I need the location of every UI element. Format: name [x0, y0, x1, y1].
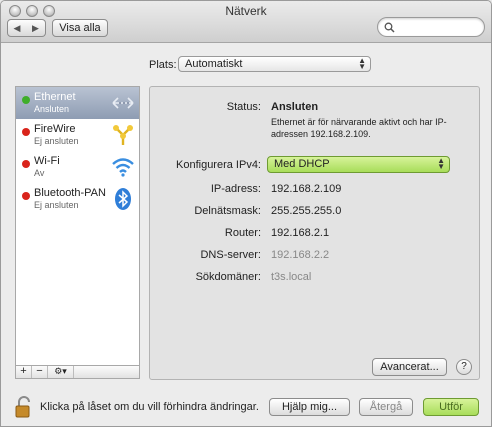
status-label: Status:	[226, 101, 261, 113]
status-dot-icon	[22, 128, 30, 136]
search-domains-label: Sökdomäner:	[195, 271, 261, 283]
chevron-left-icon: ◀	[13, 22, 21, 33]
gear-menu-button[interactable]: ⚙▾	[48, 366, 74, 378]
subnet-mask-label: Delnätsmask:	[194, 205, 261, 217]
show-all-button[interactable]: Visa alla	[52, 19, 108, 37]
subnet-mask-value: 255.255.255.0	[271, 205, 342, 217]
service-name: Bluetooth-PAN	[34, 187, 106, 199]
service-name: Wi-Fi	[34, 155, 60, 167]
lock-message: Klicka på låset om du vill förhindra änd…	[40, 401, 259, 413]
apply-button[interactable]: Utför	[423, 398, 479, 416]
advanced-button[interactable]: Avancerat...	[372, 358, 447, 376]
status-dot-icon	[22, 96, 30, 104]
status-dot-icon	[22, 160, 30, 168]
network-preferences-window: Nätverk ◀ ▶ Visa alla Plats: Automatiskt…	[0, 0, 492, 427]
location-row: Plats: Automatiskt ▲ ▼	[1, 56, 491, 74]
service-item-bluetooth-pan[interactable]: Bluetooth-PAN Ej ansluten	[16, 183, 139, 215]
search-domains-value: t3s.local	[271, 271, 312, 283]
service-status: Ansluten	[34, 104, 70, 114]
updown-arrows-icon: ▲ ▼	[437, 156, 445, 171]
assist-me-button[interactable]: Hjälp mig...	[269, 398, 350, 416]
router-value: 192.168.2.1	[271, 227, 330, 239]
location-popup[interactable]: Automatiskt ▲ ▼	[178, 56, 371, 72]
service-item-wifi[interactable]: Wi-Fi Av	[16, 151, 139, 183]
service-list[interactable]: Ethernet Ansluten FireWire Ej ansluten W…	[15, 86, 140, 379]
configure-ipv4-value: Med DHCP	[274, 158, 330, 170]
service-status: Av	[34, 168, 45, 178]
configure-ipv4-popup[interactable]: Med DHCP ▲ ▼	[267, 156, 450, 173]
help-button[interactable]: ?	[456, 359, 472, 375]
forward-button[interactable]: ▶	[26, 19, 46, 37]
title-bar: Nätverk ◀ ▶ Visa alla	[1, 1, 491, 43]
dns-server-value: 192.168.2.2	[271, 249, 330, 261]
remove-service-button[interactable]: −	[32, 366, 48, 378]
dns-server-label: DNS-server:	[200, 249, 261, 261]
service-status: Ej ansluten	[34, 136, 79, 146]
updown-arrows-icon: ▲ ▼	[358, 56, 366, 71]
wifi-icon	[112, 158, 134, 177]
ethernet-icon	[112, 97, 134, 109]
service-status: Ej ansluten	[34, 200, 79, 210]
status-description: Ethernet är för närvarande aktivt och ha…	[271, 117, 447, 139]
location-value: Automatiskt	[185, 58, 243, 70]
search-icon	[384, 22, 395, 33]
ip-address-label: IP-adress:	[210, 183, 261, 195]
chevron-right-icon: ▶	[32, 22, 39, 33]
location-label: Plats:	[149, 59, 177, 71]
configure-ipv4-label: Konfigurera IPv4:	[176, 159, 261, 171]
back-button[interactable]: ◀	[7, 19, 27, 37]
window-title: Nätverk	[225, 4, 267, 18]
firewire-icon	[113, 125, 133, 145]
bluetooth-icon	[115, 188, 131, 210]
add-service-button[interactable]: +	[16, 366, 32, 378]
status-dot-icon	[22, 192, 30, 200]
router-label: Router:	[224, 227, 261, 239]
service-item-ethernet[interactable]: Ethernet Ansluten	[16, 87, 139, 119]
service-list-toolbar: + − ⚙▾	[15, 365, 140, 379]
status-value: Ansluten	[271, 101, 319, 113]
details-panel: Status: Ansluten Ethernet är för närvara…	[149, 86, 480, 380]
service-item-firewire[interactable]: FireWire Ej ansluten	[16, 119, 139, 151]
lock-icon[interactable]	[15, 396, 33, 418]
service-name: FireWire	[34, 123, 76, 135]
revert-button[interactable]: Återgå	[359, 398, 413, 416]
ip-address-value: 192.168.2.109	[271, 183, 342, 195]
service-name: Ethernet	[34, 91, 76, 103]
search-input[interactable]	[377, 17, 485, 37]
